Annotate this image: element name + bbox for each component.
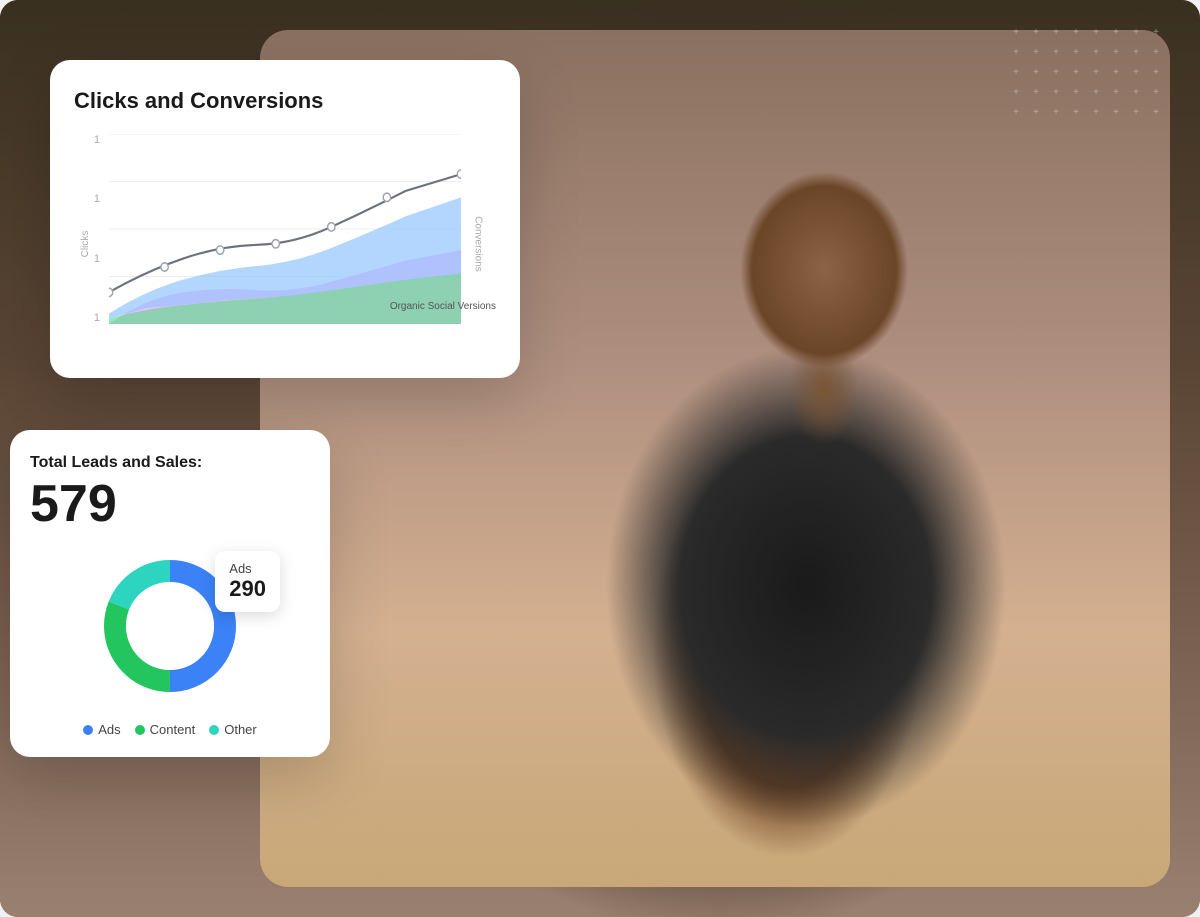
legend-item-ads: Ads [83, 722, 120, 737]
donut-legend: Ads Content Other [30, 722, 310, 737]
chart-title: Clicks and Conversions [74, 88, 496, 114]
donut-chart-container: Ads 290 [90, 546, 250, 706]
y-label-1: 1 [94, 312, 104, 324]
legend-item-other: Other [209, 722, 257, 737]
conversions-axis-label: Conversions [473, 216, 484, 272]
legend-dot-ads [83, 725, 93, 735]
tooltip-value: 290 [229, 576, 266, 602]
chart-area: Clicks 1 1 1 1 [74, 134, 496, 354]
y-label-3: 1 [94, 193, 104, 205]
y-label-4: 1 [94, 134, 104, 146]
chart-inner [109, 134, 461, 324]
line-chart-svg [109, 134, 461, 324]
legend-dot-other [209, 725, 219, 735]
legend-label-ads: Ads [98, 722, 120, 737]
dots-pattern: (function(){ var dp = document.querySele… [1014, 30, 1170, 126]
organic-social-label: Organic Social Versions [390, 300, 496, 314]
donut-tooltip: Ads 290 [215, 551, 280, 612]
legend-dot-content [135, 725, 145, 735]
leads-title: Total Leads and Sales: [30, 454, 310, 472]
leads-total: 579 [30, 478, 310, 530]
legend-item-content: Content [135, 722, 196, 737]
legend-label-content: Content [150, 722, 196, 737]
tooltip-label: Ads [229, 561, 266, 576]
legend-label-other: Other [224, 722, 257, 737]
y-label-2: 1 [94, 253, 104, 265]
leads-sales-card: Total Leads and Sales: 579 Ads 290 [10, 430, 330, 757]
clicks-conversions-card: Clicks and Conversions Clicks 1 1 1 1 [50, 60, 520, 378]
y-axis: 1 1 1 1 [74, 134, 104, 324]
